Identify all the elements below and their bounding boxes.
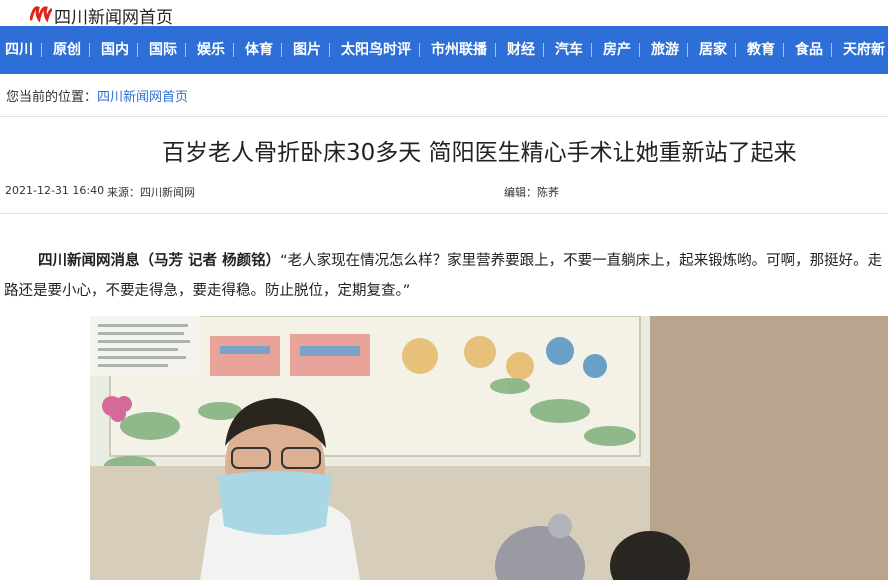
nav-separator [329,43,330,57]
article-editor: 编辑：陈荞 [504,186,559,199]
lead-byline: 四川新闻网消息（马芳 记者 杨颜铭） [38,253,281,269]
nav-item-commentary[interactable]: 太阳鸟时评 [341,26,411,74]
site-logo-icon[interactable] [30,4,52,22]
nav-separator [831,43,832,57]
nav-item-tianfu[interactable]: 天府新 [843,26,885,74]
article-paragraph: 四川新闻网消息（马芳 记者 杨颜铭）“老人家现在情况怎么样？家里营养要跟上，不要… [4,246,888,306]
breadcrumb-home-link[interactable]: 四川新闻网首页 [97,90,188,105]
nav-item-pictures[interactable]: 图片 [293,26,321,74]
nav-separator [639,43,640,57]
nav-separator [783,43,784,57]
nav-separator [281,43,282,57]
nav-item-international[interactable]: 国际 [149,26,177,74]
nav-separator [735,43,736,57]
nav-separator [137,43,138,57]
nav-separator [233,43,234,57]
nav-item-realestate[interactable]: 房产 [603,26,631,74]
divider [0,213,888,214]
nav-item-domestic[interactable]: 国内 [101,26,129,74]
top-bar: 四川新闻网首页 [0,0,888,28]
nav-item-auto[interactable]: 汽车 [555,26,583,74]
divider [0,116,888,117]
nav-separator [591,43,592,57]
article-datetime: 2021-12-31 16:40 [5,184,105,197]
nav-item-home[interactable]: 居家 [699,26,727,74]
article-source: 来源：四川新闻网 [107,186,195,199]
nav-item-sports[interactable]: 体育 [245,26,273,74]
nav-separator [185,43,186,57]
nav-item-cities[interactable]: 市州联播 [431,26,487,74]
nav-item-food[interactable]: 食品 [795,26,823,74]
nav-separator [543,43,544,57]
nav-item-original[interactable]: 原创 [53,26,81,74]
site-title-link[interactable]: 四川新闻网首页 [54,3,173,28]
article-photo [90,316,888,580]
nav-separator [687,43,688,57]
article-title: 百岁老人骨折卧床30多天 简阳医生精心手术让她重新站了起来 [162,140,797,166]
breadcrumb: 您当前的位置：四川新闻网首页 [6,86,188,105]
nav-separator [419,43,420,57]
nav-item-education[interactable]: 教育 [747,26,775,74]
nav-item-travel[interactable]: 旅游 [651,26,679,74]
main-nav: 四川 原创 国内 国际 娱乐 体育 图片 太阳鸟时评 市州联播 财经 汽车 房产… [0,26,888,74]
nav-item-entertainment[interactable]: 娱乐 [197,26,225,74]
nav-item-finance[interactable]: 财经 [507,26,535,74]
nav-separator [89,43,90,57]
nav-separator [41,43,42,57]
breadcrumb-prefix: 您当前的位置： [6,90,98,105]
nav-item-sichuan[interactable]: 四川 [5,26,33,74]
nav-separator [495,43,496,57]
